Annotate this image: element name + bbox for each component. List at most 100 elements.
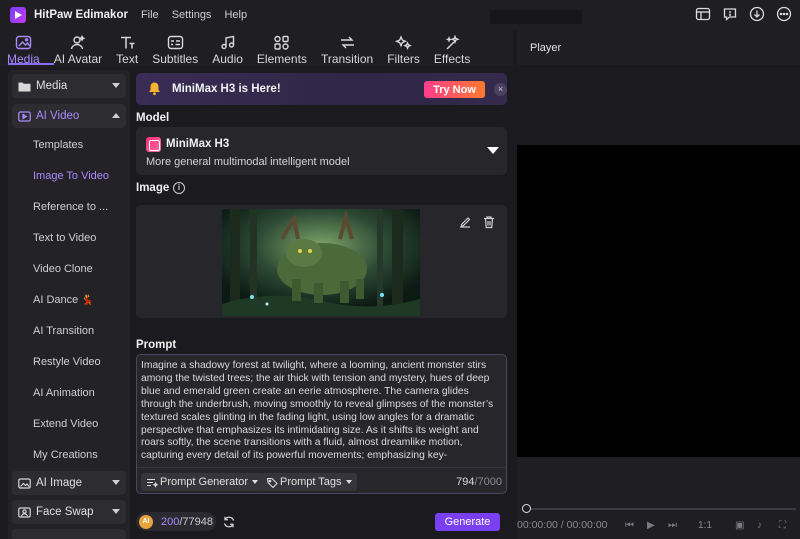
prompt-divider [137, 467, 506, 468]
download-icon[interactable] [749, 6, 765, 22]
sidebar-item-templates[interactable]: Templates [33, 139, 83, 151]
tab-elements-label: Elements [256, 52, 307, 66]
filters-icon [395, 35, 412, 50]
tab-effects[interactable]: Effects [427, 32, 477, 66]
chevron-down-icon [252, 480, 259, 484]
trash-icon[interactable] [482, 215, 496, 229]
aspect-ratio[interactable]: 1:1 [698, 520, 712, 531]
sidebar-face-swap[interactable]: Face Swap [12, 500, 126, 524]
character-count-current: 794 [456, 476, 475, 488]
snapshot-icon[interactable]: ▣ [735, 520, 744, 531]
more-icon[interactable] [776, 6, 792, 22]
tab-filters[interactable]: Filters [380, 32, 427, 66]
chevron-down-icon [345, 480, 352, 484]
title-search-area [490, 10, 582, 24]
feedback-icon[interactable] [722, 6, 738, 22]
chevron-down-icon [487, 147, 499, 154]
promo-banner: MiniMax H3 is Here! Try Now × [136, 73, 507, 105]
skip-back-icon[interactable]: ⏮ [625, 520, 634, 531]
sidebar-item-extend-video[interactable]: Extend Video [33, 418, 98, 430]
sidebar-item-ai-dance[interactable]: AI Dance 💃 [33, 294, 94, 306]
refresh-icon[interactable] [222, 515, 236, 529]
edit-icon[interactable] [458, 215, 472, 229]
sidebar-item-text-to-video[interactable]: Text to Video [33, 232, 96, 244]
folder-icon [18, 82, 31, 91]
ai-image-icon [18, 477, 31, 489]
info-icon[interactable]: i [173, 182, 185, 194]
uploaded-image [222, 209, 420, 316]
prompt-field[interactable]: Imagine a shadowy forest at twilight, wh… [136, 354, 507, 494]
player-controls: 00:00:00 / 00:00:00 ⏮ ▶ ⏭ 1:1 ▣ ♪ ⛶ [517, 457, 800, 539]
main-toolbar: Media AI Avatar Text Subtitles Audio Ele… [0, 30, 513, 66]
model-select[interactable]: MiniMax H3 More general multimodal intel… [136, 127, 507, 175]
skip-forward-icon[interactable]: ⏭ [668, 520, 677, 531]
menu-file[interactable]: File [141, 9, 159, 21]
sidebar-item-reference-to[interactable]: Reference to ... [33, 201, 108, 213]
sidebar-item-ai-animation[interactable]: AI Animation [33, 387, 95, 399]
ai-video-icon [18, 110, 31, 122]
credits-used: 200 [161, 515, 180, 528]
credits-total: /77948 [179, 515, 214, 528]
prompt-tags-button[interactable]: Prompt Tags [261, 473, 357, 491]
sidebar-item-image-to-video[interactable]: Image To Video [33, 170, 109, 182]
menu-settings[interactable]: Settings [172, 9, 212, 21]
media-icon [15, 35, 32, 50]
face-swap-icon [18, 506, 31, 518]
active-tab-indicator [8, 63, 54, 65]
tab-elements[interactable]: Elements [250, 32, 314, 66]
tab-audio-label: Audio [212, 52, 243, 66]
close-icon[interactable]: × [494, 83, 507, 96]
generate-button[interactable]: Generate [435, 513, 500, 531]
tab-transition-label: Transition [320, 52, 374, 66]
sidebar-next-group[interactable] [12, 529, 126, 539]
sidebar-media[interactable]: Media [12, 74, 126, 98]
prompt-generator-icon [147, 478, 158, 488]
tab-media[interactable]: Media [0, 32, 47, 66]
image-label: Image [136, 182, 170, 194]
sidebar-item-ai-transition[interactable]: AI Transition [33, 325, 94, 337]
model-label: Model [136, 112, 170, 124]
sidebar-ai-video-label: AI Video [36, 110, 80, 122]
sidebar-item-my-creations[interactable]: My Creations [33, 449, 98, 461]
dancer-icon: 💃 [81, 295, 94, 306]
play-icon[interactable]: ▶ [647, 520, 655, 531]
player-panel: Player 00:00:00 / 00:00:00 ⏮ ▶ ⏭ 1:1 ▣ ♪… [517, 30, 800, 539]
layout-icon[interactable] [695, 6, 711, 22]
try-now-button[interactable]: Try Now [424, 81, 485, 98]
minimax-logo [146, 137, 161, 152]
volume-icon[interactable]: ♪ [757, 520, 762, 531]
scrubber-track[interactable] [526, 508, 796, 510]
image-upload-area[interactable] [136, 205, 507, 318]
effects-icon [445, 35, 460, 50]
banner-text: MiniMax H3 is Here! [172, 83, 281, 95]
tab-audio[interactable]: Audio [205, 32, 250, 66]
audio-icon [221, 35, 235, 50]
sidebar-ai-image[interactable]: AI Image [12, 471, 126, 495]
player-screen[interactable] [517, 145, 800, 457]
tab-ai-avatar[interactable]: AI Avatar [47, 32, 109, 66]
sidebar-item-ai-dance-label: AI Dance [33, 294, 79, 306]
prompt-textarea[interactable]: Imagine a shadowy forest at twilight, wh… [141, 360, 503, 464]
sidebar-item-video-clone[interactable]: Video Clone [33, 263, 93, 275]
transition-icon [340, 36, 354, 49]
chevron-down-icon [112, 83, 120, 88]
tab-subtitles[interactable]: Subtitles [145, 32, 205, 66]
app-title: HitPaw Edimakor [34, 9, 128, 21]
tab-text-label: Text [116, 52, 139, 66]
tab-text[interactable]: Text [109, 32, 145, 66]
tab-transition[interactable]: Transition [314, 32, 380, 66]
model-description: More general multimodal intelligent mode… [146, 156, 350, 168]
sidebar-item-restyle-video[interactable]: Restyle Video [33, 356, 101, 368]
menu-help[interactable]: Help [224, 9, 247, 21]
fullscreen-icon[interactable]: ⛶ [779, 520, 786, 531]
prompt-tags-label: Prompt Tags [280, 476, 342, 488]
credit-coin-icon: AI [139, 514, 153, 529]
sidebar-ai-image-label: AI Image [36, 477, 83, 489]
sidebar-ai-video[interactable]: AI Video [12, 104, 126, 128]
prompt-generator-button[interactable]: Prompt Generator [141, 473, 264, 491]
scrubber-handle[interactable] [522, 504, 531, 513]
chevron-down-icon [112, 480, 120, 485]
sidebar-face-swap-label: Face Swap [36, 506, 94, 518]
chevron-up-icon [112, 113, 120, 118]
credits-badge: AI 200/77948 [136, 512, 216, 531]
